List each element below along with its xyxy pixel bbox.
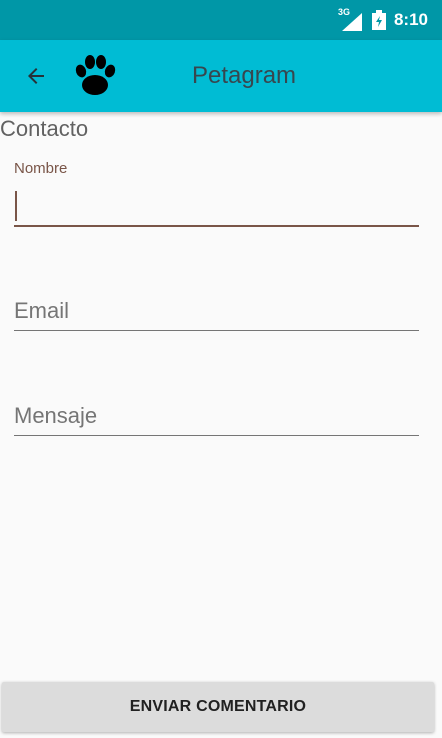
nombre-field-group: Nombre (14, 160, 419, 230)
arrow-back-icon (28, 68, 44, 84)
nombre-label: Nombre (14, 160, 68, 177)
nombre-underline (14, 225, 419, 227)
app-title: Petagram (192, 62, 297, 89)
email-input[interactable] (14, 296, 419, 326)
status-icons: 3G 8:10 (338, 0, 428, 40)
app-bar: Petagram (0, 40, 442, 112)
status-time: 8:10 (393, 10, 428, 29)
battery-charging-icon (371, 10, 386, 30)
send-comment-button[interactable]: ENVIAR COMENTARIO (2, 682, 434, 732)
back-button[interactable] (18, 58, 54, 94)
email-underline (14, 330, 419, 331)
mensaje-input[interactable] (14, 401, 419, 431)
email-field-group (14, 290, 419, 335)
mensaje-field-group (14, 395, 419, 440)
mensaje-underline (14, 435, 419, 436)
nombre-input[interactable] (14, 190, 419, 222)
page-title: Contacto (0, 116, 89, 141)
status-bar: 3G 8:10 (0, 0, 442, 40)
text-cursor (15, 191, 17, 221)
paw-icon (75, 55, 116, 95)
signal-icon: 3G (338, 7, 364, 31)
